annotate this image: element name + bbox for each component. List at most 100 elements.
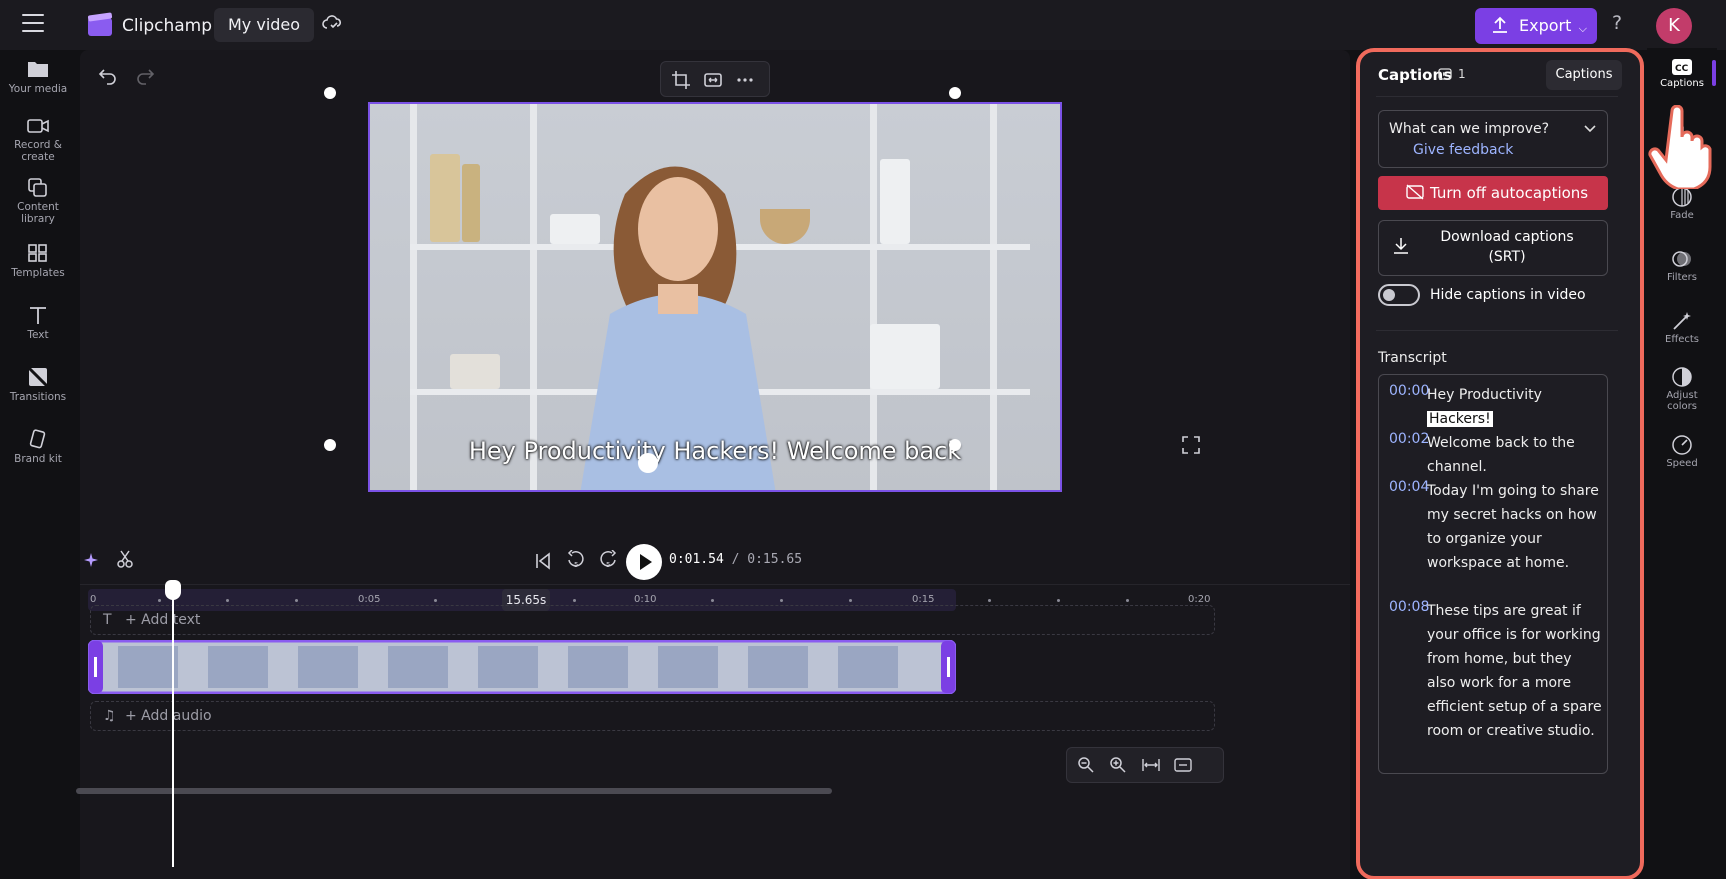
resize-handle-top-right[interactable]: [949, 87, 961, 99]
timeline-horizontal-scrollbar[interactable]: [76, 788, 832, 794]
forward-5-icon[interactable]: 5: [598, 550, 618, 572]
sidebar-item-record-create[interactable]: Record & create: [0, 116, 76, 163]
download-captions-button[interactable]: Download captions (SRT): [1378, 220, 1608, 276]
transcript-text-part: Hey Productivity: [1427, 387, 1542, 403]
video-clip[interactable]: [87, 639, 957, 695]
resize-handle-top-left[interactable]: [324, 87, 336, 99]
hide-captions-toggle[interactable]: [1378, 284, 1420, 306]
sidebar-item-text[interactable]: Text: [0, 304, 76, 341]
sidebar-item-label: Text: [27, 329, 49, 341]
property-item-fade[interactable]: Fade: [1647, 186, 1717, 221]
crop-icon[interactable]: [671, 70, 691, 90]
transcript-time: 00:04: [1389, 479, 1430, 495]
fullscreen-icon[interactable]: [1182, 436, 1200, 454]
music-note-icon: ♫: [103, 708, 116, 724]
playhead: [172, 592, 174, 867]
property-item-label: Speed: [1666, 458, 1698, 469]
download-label-line2: (SRT): [1488, 249, 1526, 265]
property-item-label: Effects: [1665, 334, 1699, 345]
download-icon: [1394, 238, 1408, 254]
sidebar-item-label: Your media: [8, 83, 68, 95]
templates-icon: [28, 244, 47, 262]
property-item-captions[interactable]: CC Captions: [1647, 58, 1717, 89]
sidebar-item-label: Content library: [17, 201, 59, 225]
redo-icon[interactable]: [135, 66, 155, 86]
avatar[interactable]: K: [1656, 8, 1692, 44]
property-item-label: Fade: [1670, 210, 1694, 221]
upload-icon: [1493, 16, 1507, 33]
adjust-colors-icon: [1672, 367, 1692, 387]
export-label: Export: [1519, 16, 1572, 35]
zoom-out-icon[interactable]: [1077, 756, 1095, 774]
skip-to-start-icon[interactable]: [534, 552, 552, 570]
svg-text:5: 5: [606, 561, 610, 569]
transcript-text: Today I'm going to share my secret hacks…: [1427, 483, 1599, 571]
resize-handle-bottom-right[interactable]: [949, 439, 961, 451]
split-scissors-icon[interactable]: [116, 549, 134, 569]
timeline: 5 5 0:01.54 / 0:15.65 0 0:05 0:10 0:15 0…: [76, 537, 1350, 879]
property-item-speed[interactable]: Speed: [1647, 434, 1717, 469]
brand-kit-icon: [29, 429, 46, 449]
download-label-line1: Download captions: [1440, 229, 1574, 245]
tick-label: 0:20: [1188, 594, 1211, 605]
transcript-time: 00:02: [1389, 431, 1430, 447]
property-item-effects[interactable]: Effects: [1647, 310, 1717, 345]
add-audio-track[interactable]: ♫ + Add audio: [90, 701, 1215, 731]
svg-text:5: 5: [574, 561, 578, 569]
filters-icon: [1672, 251, 1691, 267]
folder-icon: [28, 62, 48, 77]
magic-sparkle-icon[interactable]: [84, 551, 102, 569]
sidebar-item-content-library[interactable]: Content library: [0, 176, 76, 225]
rotate-handle-icon[interactable]: [638, 453, 658, 473]
left-sidebar: Your media Record & create Content libra…: [0, 50, 76, 879]
sidebar-item-templates[interactable]: Templates: [0, 242, 76, 279]
preview-area: Hey Productivity Hackers! Welcome back: [80, 50, 1350, 537]
transcript-list[interactable]: 00:00 Hey Productivity Hackers! 00:02 We…: [1378, 374, 1608, 774]
add-text-label: + Add text: [125, 612, 201, 628]
effects-icon: [1673, 312, 1691, 330]
feedback-dropdown[interactable]: What can we improve? Give feedback: [1378, 110, 1608, 168]
menu-icon[interactable]: [22, 14, 44, 34]
sidebar-item-your-media[interactable]: Your media: [0, 58, 76, 95]
clipchamp-logo-icon: [87, 12, 113, 36]
sidebar-item-brand-kit[interactable]: Brand kit: [0, 428, 76, 465]
play-button[interactable]: [626, 544, 662, 580]
video-clip-thumbnails: [87, 639, 957, 695]
property-item-filters[interactable]: Filters: [1647, 248, 1717, 283]
active-tab-indicator: [1712, 60, 1716, 86]
captions-tooltip: Captions: [1546, 60, 1622, 90]
resize-handle-bottom-left[interactable]: [324, 439, 336, 451]
sidebar-item-transitions[interactable]: Transitions: [0, 366, 76, 403]
divider: [1376, 96, 1618, 97]
add-text-track[interactable]: T + Add text: [90, 605, 1215, 635]
project-title-button[interactable]: My video: [214, 8, 315, 42]
transcript-heading: Transcript: [1378, 350, 1447, 366]
zoom-in-icon[interactable]: [1109, 756, 1127, 774]
help-icon[interactable]: ?: [1612, 12, 1622, 34]
current-time: 0:01.54: [669, 552, 724, 567]
current-word-highlight: Hackers!: [1427, 411, 1493, 427]
cloud-sync-icon[interactable]: [322, 14, 342, 32]
turn-off-autocaptions-button[interactable]: Turn off autocaptions: [1378, 176, 1608, 210]
text-icon: T: [103, 612, 112, 628]
export-button[interactable]: Export ⌵: [1475, 8, 1597, 44]
clip-icon: [1438, 68, 1452, 80]
fit-timeline-icon[interactable]: [1141, 756, 1161, 774]
property-item-adjust-colors[interactable]: Adjust colors: [1647, 366, 1717, 412]
turn-off-label: Turn off autocaptions: [1430, 184, 1589, 202]
rewind-5-icon[interactable]: 5: [566, 550, 586, 572]
hand-pointer-icon: [1648, 105, 1712, 189]
video-preview[interactable]: Hey Productivity Hackers! Welcome back: [368, 102, 1062, 492]
tick-label: 0:05: [358, 594, 381, 605]
feedback-question: What can we improve?: [1389, 121, 1550, 137]
expand-tracks-icon[interactable]: [1173, 756, 1193, 774]
divider: [1376, 330, 1618, 331]
more-options-icon[interactable]: [735, 70, 755, 90]
fit-icon[interactable]: [703, 70, 723, 90]
play-icon: [640, 554, 652, 570]
app-name: Clipchamp: [122, 16, 212, 36]
undo-icon[interactable]: [98, 66, 118, 86]
give-feedback-link[interactable]: Give feedback: [1413, 142, 1513, 158]
tick-label: 0: [90, 594, 97, 605]
captions-panel: Captions 1 Captions What can we improve?…: [1356, 48, 1644, 879]
